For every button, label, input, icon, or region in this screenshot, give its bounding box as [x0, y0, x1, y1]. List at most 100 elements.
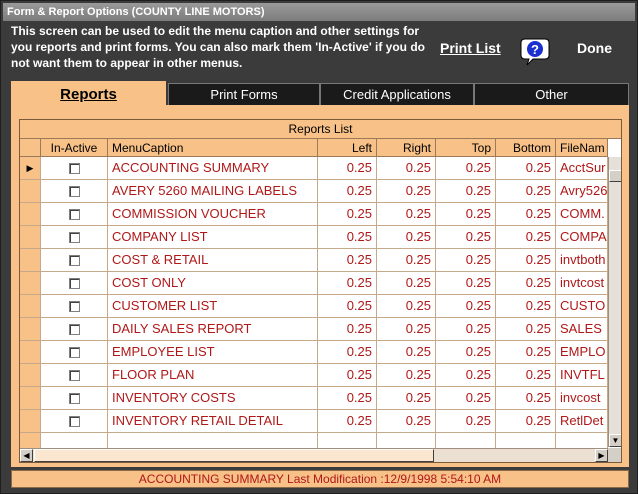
vertical-scrollbar[interactable]: ▼	[608, 157, 621, 447]
table-row[interactable]: INVENTORY RETAIL DETAIL 0.25 0.25 0.25 0.25 R…	[20, 410, 608, 433]
menucaption-cell[interactable]: DAILY SALES REPORT	[108, 318, 318, 341]
inactive-checkbox[interactable]	[68, 232, 80, 243]
right-margin-cell[interactable]: 0.25	[377, 272, 436, 295]
menucaption-cell[interactable]: COMMISSION VOUCHER	[108, 203, 318, 226]
inactive-checkbox-cell[interactable]	[41, 249, 108, 272]
inactive-checkbox-cell[interactable]	[41, 203, 108, 226]
table-row[interactable]: ▶ ACCOUNTING SUMMARY 0.25 0.25 0.25 0.25 AcctS…	[20, 157, 608, 180]
inactive-checkbox-cell[interactable]	[41, 157, 108, 180]
table-row[interactable]: INVENTORY COSTS 0.25 0.25 0.25 0.25 invcost	[20, 387, 608, 410]
top-margin-cell[interactable]: 0.25	[436, 180, 496, 203]
column-header-right[interactable]: Right	[377, 139, 436, 157]
inactive-checkbox-cell[interactable]	[41, 226, 108, 249]
top-margin-cell[interactable]: 0.25	[436, 364, 496, 387]
column-header-left[interactable]: Left	[318, 139, 377, 157]
left-margin-cell[interactable]: 0.25	[318, 387, 377, 410]
filename-cell[interactable]: COMM.	[556, 203, 608, 226]
filename-cell[interactable]: INVTFL	[556, 364, 608, 387]
filename-cell[interactable]: Avry526	[556, 180, 608, 203]
table-row[interactable]: COMMISSION VOUCHER 0.25 0.25 0.25 0.25 COMM.	[20, 203, 608, 226]
bottom-margin-cell[interactable]: 0.25	[496, 180, 556, 203]
top-margin-cell[interactable]: 0.25	[436, 387, 496, 410]
inactive-checkbox-cell[interactable]	[41, 387, 108, 410]
left-margin-cell[interactable]: 0.25	[318, 295, 377, 318]
table-row[interactable]: AVERY 5260 MAILING LABELS 0.25 0.25 0.25 0.2…	[20, 180, 608, 203]
inactive-checkbox[interactable]	[68, 416, 80, 427]
table-row[interactable]: COST & RETAIL 0.25 0.25 0.25 0.25 invtboth	[20, 249, 608, 272]
inactive-checkbox-cell[interactable]	[41, 180, 108, 203]
row-selector[interactable]	[20, 341, 41, 364]
filename-cell[interactable]: CUSTO	[556, 295, 608, 318]
left-margin-cell[interactable]: 0.25	[318, 364, 377, 387]
row-selector[interactable]	[20, 295, 41, 318]
inactive-checkbox-cell[interactable]	[41, 295, 108, 318]
tab-other[interactable]: Other	[474, 83, 629, 105]
left-margin-cell[interactable]: 0.25	[318, 272, 377, 295]
right-margin-cell[interactable]: 0.25	[377, 318, 436, 341]
row-selector[interactable]	[20, 364, 41, 387]
filename-cell[interactable]: COMPA	[556, 226, 608, 249]
left-margin-cell[interactable]: 0.25	[318, 249, 377, 272]
inactive-checkbox[interactable]	[68, 255, 80, 266]
inactive-checkbox[interactable]	[68, 278, 80, 289]
right-margin-cell[interactable]: 0.25	[377, 295, 436, 318]
left-margin-cell[interactable]: 0.25	[318, 318, 377, 341]
right-margin-cell[interactable]: 0.25	[377, 203, 436, 226]
right-margin-cell[interactable]: 0.25	[377, 226, 436, 249]
menucaption-cell[interactable]: INVENTORY COSTS	[108, 387, 318, 410]
inactive-checkbox-cell[interactable]	[41, 364, 108, 387]
menucaption-cell[interactable]: INVENTORY RETAIL DETAIL	[108, 410, 318, 433]
filename-cell[interactable]: EMPLO	[556, 341, 608, 364]
scroll-right-button[interactable]: ▶	[595, 449, 608, 462]
top-margin-cell[interactable]: 0.25	[436, 249, 496, 272]
left-margin-cell[interactable]: 0.25	[318, 203, 377, 226]
tab-reports[interactable]: Reports	[11, 81, 166, 107]
row-selector[interactable]	[20, 318, 41, 341]
row-selector[interactable]	[20, 180, 41, 203]
table-row[interactable]: COST ONLY 0.25 0.25 0.25 0.25 invtcost	[20, 272, 608, 295]
menucaption-cell[interactable]: FLOOR PLAN	[108, 364, 318, 387]
top-margin-cell[interactable]: 0.25	[436, 410, 496, 433]
bottom-margin-cell[interactable]: 0.25	[496, 203, 556, 226]
bottom-margin-cell[interactable]: 0.25	[496, 318, 556, 341]
right-margin-cell[interactable]: 0.25	[377, 364, 436, 387]
right-margin-cell[interactable]: 0.25	[377, 410, 436, 433]
top-margin-cell[interactable]: 0.25	[436, 341, 496, 364]
left-margin-cell[interactable]: 0.25	[318, 226, 377, 249]
inactive-checkbox[interactable]	[68, 209, 80, 220]
bottom-margin-cell[interactable]: 0.25	[496, 364, 556, 387]
tab-credit-applications[interactable]: Credit Applications	[320, 83, 474, 105]
done-button[interactable]: Done	[577, 40, 612, 56]
top-margin-cell[interactable]: 0.25	[436, 295, 496, 318]
vertical-scroll-thumb[interactable]	[609, 170, 621, 182]
inactive-checkbox[interactable]	[68, 186, 80, 197]
bottom-margin-cell[interactable]: 0.25	[496, 157, 556, 180]
horizontal-scroll-thumb[interactable]	[34, 449, 434, 462]
menucaption-cell[interactable]: CUSTOMER LIST	[108, 295, 318, 318]
bottom-margin-cell[interactable]: 0.25	[496, 295, 556, 318]
inactive-checkbox[interactable]	[68, 324, 80, 335]
right-margin-cell[interactable]: 0.25	[377, 157, 436, 180]
help-button[interactable]: ?	[519, 35, 551, 67]
inactive-checkbox-cell[interactable]	[41, 341, 108, 364]
table-row[interactable]: FLOOR PLAN 0.25 0.25 0.25 0.25 INVTFL	[20, 364, 608, 387]
column-header-filename[interactable]: FileNam	[556, 139, 608, 157]
top-margin-cell[interactable]: 0.25	[436, 318, 496, 341]
scroll-down-button[interactable]: ▼	[609, 434, 621, 447]
menucaption-cell[interactable]: AVERY 5260 MAILING LABELS	[108, 180, 318, 203]
filename-cell[interactable]: invcost	[556, 387, 608, 410]
bottom-margin-cell[interactable]: 0.25	[496, 272, 556, 295]
left-margin-cell[interactable]: 0.25	[318, 180, 377, 203]
bottom-margin-cell[interactable]: 0.25	[496, 341, 556, 364]
table-row[interactable]: DAILY SALES REPORT 0.25 0.25 0.25 0.25 SALES	[20, 318, 608, 341]
menucaption-cell[interactable]: EMPLOYEE LIST	[108, 341, 318, 364]
top-margin-cell[interactable]: 0.25	[436, 203, 496, 226]
row-selector[interactable]	[20, 249, 41, 272]
inactive-checkbox[interactable]	[68, 370, 80, 381]
row-selector[interactable]	[20, 226, 41, 249]
filename-cell[interactable]: RetlDet	[556, 410, 608, 433]
row-selector[interactable]: ▶	[20, 157, 41, 180]
inactive-checkbox-cell[interactable]	[41, 410, 108, 433]
menucaption-cell[interactable]: COMPANY LIST	[108, 226, 318, 249]
tab-print-forms[interactable]: Print Forms	[168, 83, 320, 105]
